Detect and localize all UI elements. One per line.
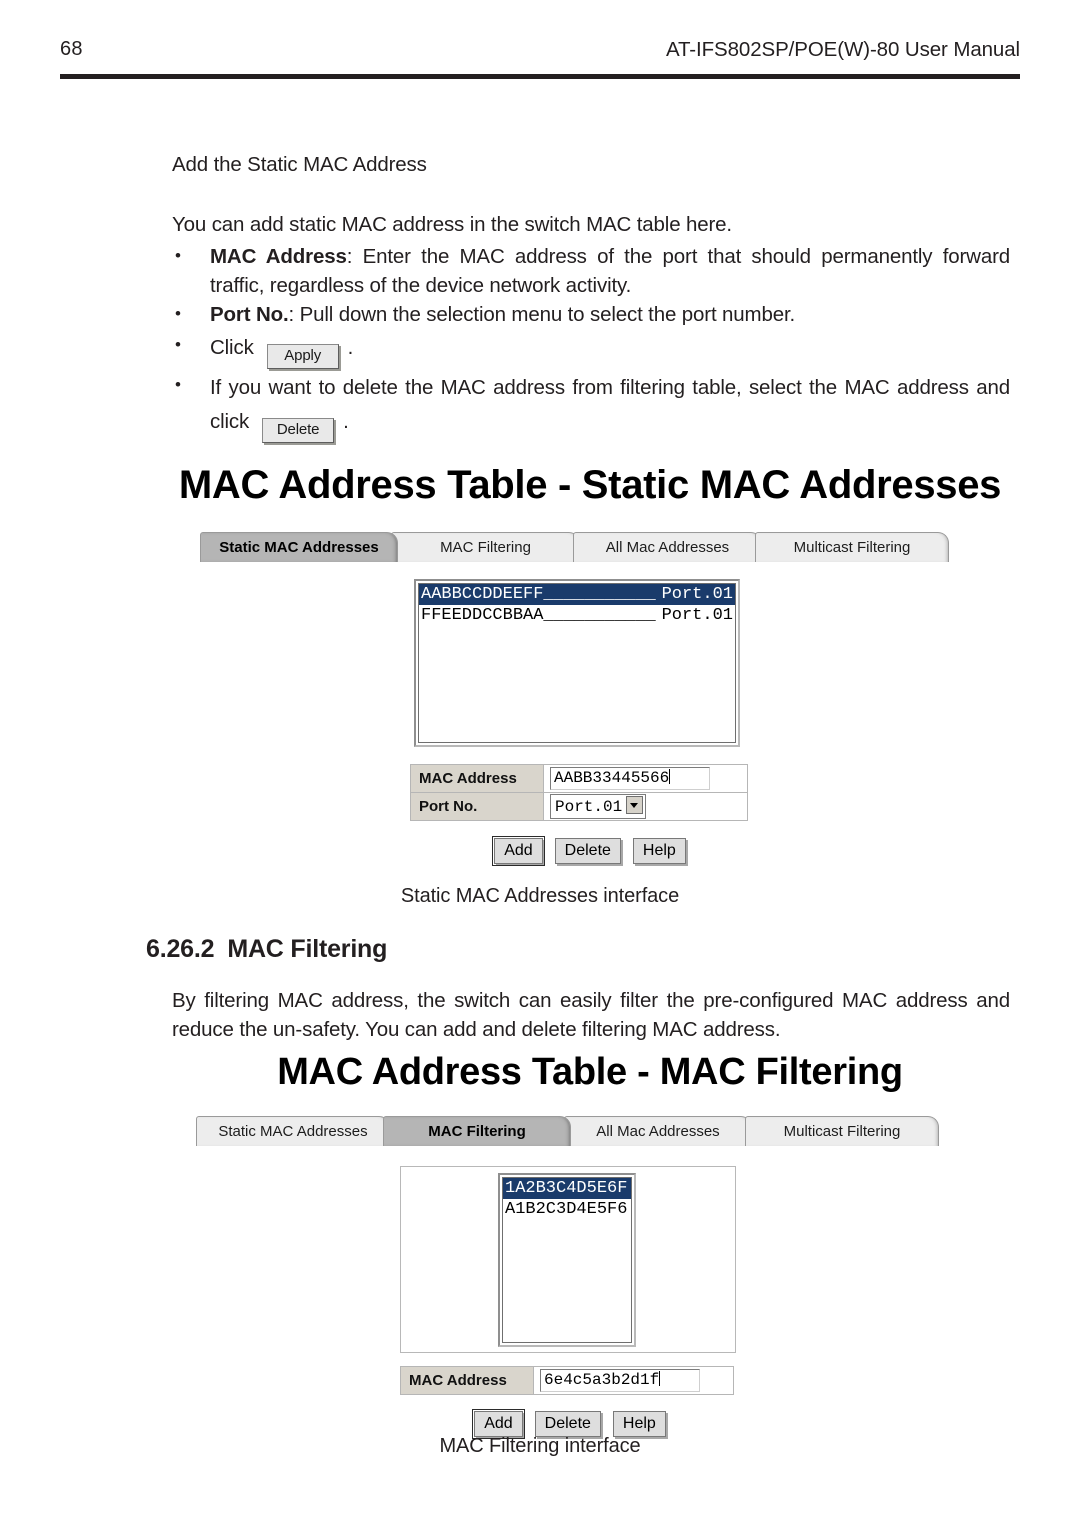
bullet-list: MAC Address: Enter the MAC address of th…	[172, 241, 1010, 443]
mac-address-value: AABB33445566	[554, 769, 670, 787]
bullet-click-apply: Click Apply.	[172, 328, 1010, 369]
list-item-mac: AABBCCDDEEFF	[421, 585, 544, 604]
section-paragraph: By filtering MAC address, the switch can…	[172, 989, 1010, 1041]
bullet-text-post: .	[343, 410, 349, 433]
static-mac-list[interactable]: AABBCCDDEEFF___________ Port.01 FFEEDDCCB…	[414, 579, 740, 747]
ui-title-static: MAC Address Table - Static MAC Addresses	[178, 463, 1002, 507]
manual-title: AT-IFS802SP/POE(W)-80 User Manual	[665, 38, 1020, 61]
screenshot-mac-filtering: MAC Address Table - MAC Filtering Static…	[150, 1050, 1030, 1439]
help-button[interactable]: Help	[632, 838, 686, 864]
apply-button[interactable]: Apply	[266, 344, 339, 369]
static-mac-form: MAC Address AABB33445566 Port No. Port.0…	[410, 764, 748, 821]
tab-static-mac-addresses[interactable]: Static MAC Addresses	[200, 532, 398, 562]
section-heading-mac-filtering: 6.26.2 MAC Filtering	[146, 935, 387, 964]
tab-static-mac-addresses[interactable]: Static MAC Addresses	[196, 1116, 390, 1146]
tabstrip-filtering: Static MAC Addresses MAC Filtering All M…	[196, 1113, 986, 1146]
delete-button[interactable]: Delete	[534, 1411, 601, 1437]
bullet-text: : Pull down the selection menu to select…	[288, 303, 796, 326]
bullet-text-pre: Click	[210, 336, 254, 359]
form-row-mac-address: MAC Address 6e4c5a3b2d1f	[400, 1366, 734, 1395]
mac-address-input[interactable]: 6e4c5a3b2d1f	[540, 1369, 700, 1392]
port-no-value: Port.01	[555, 798, 623, 816]
screenshot-static-mac-addresses: MAC Address Table - Static MAC Addresses…	[150, 462, 1030, 866]
tab-multicast-filtering[interactable]: Multicast Filtering	[745, 1116, 939, 1146]
mac-filtering-panel: 1A2B3C4D5E6F A1B2C3D4E5F6	[400, 1166, 736, 1353]
caption-mac-filtering: MAC Filtering interface	[439, 1435, 641, 1457]
tab-multicast-filtering[interactable]: Multicast Filtering	[755, 532, 949, 562]
bullet-term: MAC Address	[210, 245, 347, 268]
static-mac-list-inner[interactable]: AABBCCDDEEFF___________ Port.01 FFEEDDCCB…	[418, 583, 736, 743]
section-title: MAC Filtering	[227, 935, 388, 963]
mac-address-value: 6e4c5a3b2d1f	[544, 1371, 660, 1389]
help-button[interactable]: Help	[612, 1411, 666, 1437]
bullet-mac-address: MAC Address: Enter the MAC address of th…	[172, 241, 1010, 300]
page-header: 68 AT-IFS802SP/POE(W)-80 User Manual	[60, 38, 1020, 78]
list-item-port: Port.01	[661, 606, 733, 625]
header-divider	[60, 74, 1020, 79]
bullet-text-post: .	[347, 336, 354, 359]
bullet-click-delete: If you want to delete the MAC address fr…	[172, 368, 1010, 443]
mac-address-input[interactable]: AABB33445566	[550, 767, 710, 790]
form-row-mac-address: MAC Address AABB33445566	[410, 764, 748, 793]
delete-button[interactable]: Delete	[262, 418, 335, 443]
list-item[interactable]: AABBCCDDEEFF___________ Port.01	[419, 584, 735, 605]
tab-all-mac-addresses[interactable]: All Mac Addresses	[564, 1116, 752, 1146]
subheading: Add the Static MAC Address	[172, 153, 427, 176]
intro-paragraph: You can add static MAC address in the sw…	[172, 213, 732, 236]
mac-address-label: MAC Address	[410, 764, 544, 793]
tab-mac-filtering[interactable]: MAC Filtering	[383, 1116, 571, 1146]
tabstrip-static: Static MAC Addresses MAC Filtering All M…	[200, 529, 960, 562]
list-item-pad: ___________	[543, 585, 656, 604]
mac-filtering-list[interactable]: 1A2B3C4D5E6F A1B2C3D4E5F6	[498, 1173, 636, 1347]
port-no-select[interactable]: Port.01	[550, 794, 647, 819]
static-mac-button-row: Add Delete Help	[210, 836, 970, 866]
section-number: 6.26.2	[146, 935, 215, 963]
mac-filtering-form: MAC Address 6e4c5a3b2d1f	[400, 1366, 734, 1395]
list-item-pad: ___________	[543, 606, 656, 625]
port-no-field-cell[interactable]: Port.01	[543, 792, 748, 821]
add-button[interactable]: Add	[472, 1409, 525, 1439]
form-row-port-no: Port No. Port.01	[410, 792, 748, 821]
tab-mac-filtering[interactable]: MAC Filtering	[391, 532, 580, 562]
bullet-port-no: Port No.: Pull down the selection menu t…	[172, 299, 1010, 329]
add-button[interactable]: Add	[492, 836, 545, 866]
delete-button[interactable]: Delete	[554, 838, 621, 864]
chevron-down-icon[interactable]	[626, 796, 644, 814]
mac-filtering-list-inner[interactable]: 1A2B3C4D5E6F A1B2C3D4E5F6	[502, 1177, 632, 1343]
bullet-term: Port No.	[210, 303, 289, 326]
mac-address-label: MAC Address	[400, 1366, 534, 1395]
page-number: 68	[60, 38, 83, 60]
mac-address-field-cell[interactable]: AABB33445566	[543, 764, 748, 793]
document-body: Add the Static MAC Address You can add s…	[172, 150, 1010, 443]
list-item[interactable]: FFEEDDCCBBAA___________ Port.01	[419, 605, 735, 626]
list-item[interactable]: A1B2C3D4E5F6	[503, 1199, 631, 1220]
text-caret	[659, 1371, 661, 1386]
list-item-mac: FFEEDDCCBBAA	[421, 606, 544, 625]
port-no-label: Port No.	[410, 792, 544, 821]
list-item[interactable]: 1A2B3C4D5E6F	[503, 1178, 631, 1199]
caption-static-mac: Static MAC Addresses interface	[400, 885, 680, 907]
tab-all-mac-addresses[interactable]: All Mac Addresses	[573, 532, 762, 562]
ui-title-filtering: MAC Address Table - MAC Filtering	[277, 1051, 903, 1093]
mac-address-field-cell[interactable]: 6e4c5a3b2d1f	[533, 1366, 734, 1395]
text-caret	[669, 769, 671, 784]
list-item-port: Port.01	[661, 585, 733, 604]
mac-filtering-button-row: Add Delete Help	[190, 1409, 950, 1439]
